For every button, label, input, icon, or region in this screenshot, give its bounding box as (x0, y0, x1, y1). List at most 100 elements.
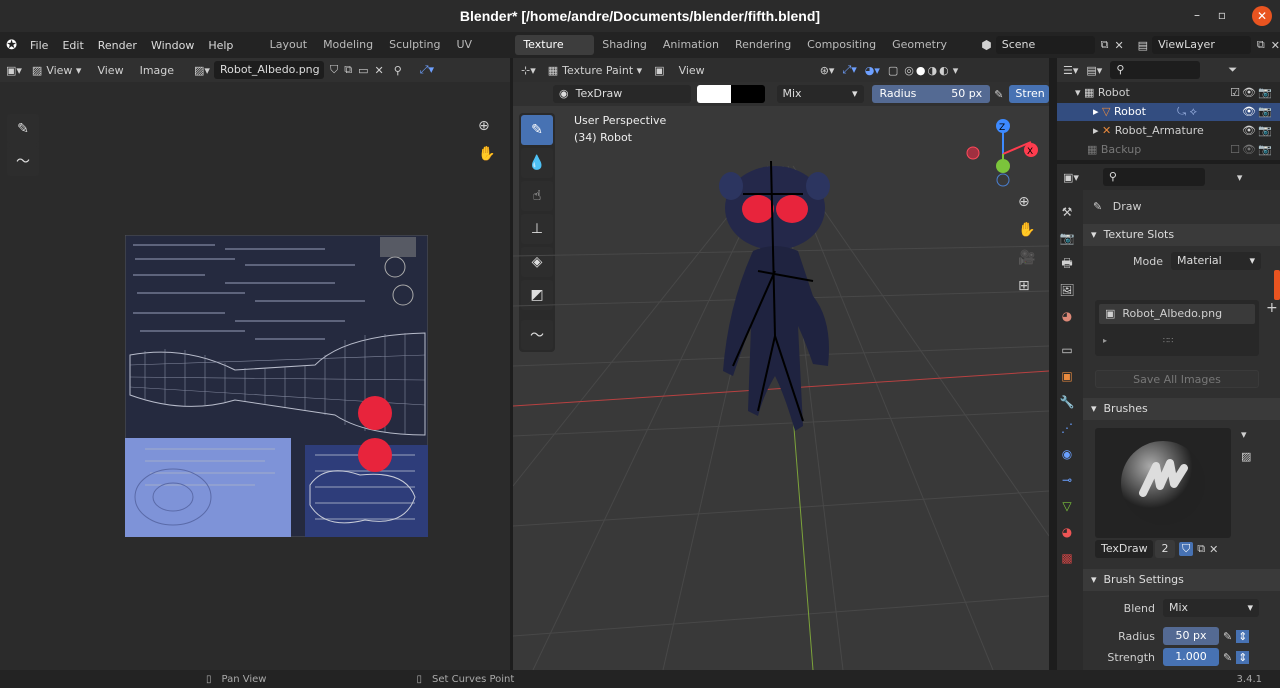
view-layer-selector[interactable]: ViewLayer (1152, 36, 1251, 54)
mode-selector[interactable]: Texture Paint (562, 64, 633, 77)
strength-value-field[interactable]: 1.000 (1163, 648, 1219, 666)
scene-selector[interactable]: Scene (995, 36, 1095, 54)
tab-sculpting[interactable]: Sculpting (381, 35, 448, 55)
3d-viewport[interactable]: ⊹▾ ▦ Texture Paint ▾ ▣ View ⊛▾ ⤢▾ ◕▾ ▢ ◎… (513, 58, 1049, 670)
fake-user-icon[interactable]: ⛉ (330, 63, 338, 77)
brush-name-field[interactable]: TexDraw (1095, 540, 1153, 558)
object-type-visibility-icon[interactable]: ⊛▾ (820, 64, 835, 77)
properties-scrollbar[interactable] (1274, 270, 1280, 300)
rendered-shading-icon[interactable]: ◐ (939, 64, 949, 77)
tab-uv-editing[interactable]: UV Editing (448, 35, 515, 71)
tab-texture-paint[interactable]: Texture Paint (515, 35, 595, 71)
menu-edit[interactable]: Edit (55, 39, 90, 52)
output-tab-icon[interactable]: 🖶 (1057, 254, 1077, 274)
image-browse-icon[interactable]: ▨▾ (194, 64, 210, 77)
add-slot-icon[interactable]: + (1266, 300, 1278, 316)
properties-editor-icon[interactable]: ▣▾ (1063, 171, 1079, 184)
brushes-panel-header[interactable]: ▾ Brushes (1083, 398, 1280, 420)
shading-dropdown-icon[interactable]: ▾ (953, 64, 959, 77)
texture-slot-list[interactable]: ▣ Robot_Albedo.png ▸ ∷∷ (1095, 300, 1259, 356)
properties-search-input[interactable]: ⚲ (1102, 168, 1205, 186)
uv-sync-icon[interactable]: ⤢▾ (420, 63, 434, 77)
tab-modeling[interactable]: Modeling (315, 35, 381, 55)
unlink-image-icon[interactable]: ✕ (374, 64, 383, 77)
curve-stroke-tool-icon[interactable]: 〜 (7, 146, 39, 176)
outliner-editor-icon[interactable]: ☰▾ (1063, 64, 1078, 77)
blender-logo-icon[interactable]: ✪ (0, 38, 23, 53)
zoom-icon[interactable]: ⊕ (478, 118, 490, 134)
particles-tab-icon[interactable]: ⋰ (1057, 418, 1077, 438)
unlink-brush-icon[interactable]: ✕ (1209, 543, 1218, 556)
mode-dropdown[interactable]: Material ▾ (1170, 252, 1261, 270)
texture-slot-icon[interactable]: ▣ (654, 64, 664, 77)
radius-field[interactable]: Radius 50 px (871, 85, 991, 103)
blend-mode-dropdown[interactable]: Mix ▾ (776, 85, 864, 103)
viewport-view-menu[interactable]: View (679, 64, 705, 77)
image-name-field[interactable]: Robot_Albedo.png (213, 61, 324, 79)
new-view-layer-icon[interactable]: ⧉ (1257, 38, 1265, 52)
save-all-images-button[interactable]: Save All Images (1095, 370, 1259, 388)
texture-tab-icon[interactable]: ▩ (1057, 548, 1077, 568)
physics-tab-icon[interactable]: ◉ (1057, 444, 1077, 464)
viewport-scene[interactable] (513, 106, 1049, 670)
tab-layout[interactable]: Layout (262, 35, 315, 55)
close-button[interactable]: ✕ (1252, 6, 1272, 26)
properties-editor[interactable]: ▣▾ ⚲ ▾ ⚒ 📷 🖶 🖼 ◕ ▭ ▣ 🔧 ⋰ ◉ ⊸ ▽ ◕ ▩ ✎ Dra… (1057, 164, 1280, 670)
remove-view-layer-icon[interactable]: ✕ (1271, 39, 1280, 52)
pan-hand-icon[interactable]: ✋ (478, 146, 495, 162)
xray-icon[interactable]: ▢ (888, 64, 898, 77)
new-image-icon[interactable]: ⧉ (344, 63, 352, 77)
radius-value-field[interactable]: 50 px (1163, 627, 1219, 645)
ortho-toggle-icon[interactable]: ⊞ (1018, 278, 1030, 294)
remove-scene-icon[interactable]: ✕ (1114, 39, 1123, 52)
tab-shading[interactable]: Shading (594, 35, 655, 55)
tool-tab-icon[interactable]: ⚒ (1057, 202, 1077, 222)
tab-geometry-nodes[interactable]: Geometry Node (884, 35, 977, 71)
pin-icon[interactable]: ⚲ (394, 64, 402, 77)
scene-tab-icon[interactable]: ◕ (1057, 306, 1077, 326)
radius-pressure-icon[interactable]: ✎ (994, 88, 1003, 101)
brush-menu-icon[interactable]: ▾ (1241, 428, 1247, 441)
outliner[interactable]: ☰▾ ▤▾ ⚲ ⏷ ▾ ▦ Robot ☑ 👁 📷 ▸ ▽ Robot ⤿ ⟡ 👁 📷 … (1057, 58, 1280, 160)
tab-animation[interactable]: Animation (655, 35, 727, 55)
uv-texture-canvas[interactable] (125, 235, 428, 537)
menu-help[interactable]: Help (201, 39, 240, 52)
view-layer-tab-icon[interactable]: 🖼 (1057, 280, 1077, 300)
tab-rendering[interactable]: Rendering (727, 35, 799, 55)
strength-pressure-toggle-icon[interactable]: ✎ (1223, 651, 1232, 664)
texture-slot-item[interactable]: ▣ Robot_Albedo.png (1099, 304, 1255, 324)
outliner-row-collection[interactable]: ▾ ▦ Robot ☑ 👁 📷 (1057, 84, 1280, 102)
camera-view-icon[interactable]: 🎥 (1018, 250, 1035, 266)
brush-users-count[interactable]: 2 (1155, 540, 1175, 558)
strength-field[interactable]: Stren (1009, 85, 1049, 103)
image-editor[interactable]: ▣▾ ▨ View ▾ View Image ▨▾ Robot_Albedo.p… (0, 58, 510, 670)
brush-settings-panel-header[interactable]: ▾ Brush Settings (1083, 569, 1280, 591)
world-tab-icon[interactable]: ▭ (1057, 340, 1077, 360)
outliner-row-armature[interactable]: ▸ ✕ Robot_Armature 👁 📷 (1057, 122, 1280, 140)
outliner-row-backup[interactable]: ▦ Backup ☐ 👁 📷 (1057, 141, 1280, 159)
material-shading-icon[interactable]: ◑ (928, 64, 938, 77)
view-mode-icon[interactable]: ▨ (32, 64, 42, 77)
solid-shading-icon[interactable]: ● (916, 64, 926, 77)
primary-color-swatch[interactable] (697, 85, 731, 103)
render-tab-icon[interactable]: 📷 (1057, 228, 1077, 248)
menu-window[interactable]: Window (144, 39, 201, 52)
radius-unit-icon[interactable]: ⇕ (1236, 629, 1250, 643)
brush-preview[interactable] (1095, 428, 1231, 538)
outliner-row-robot[interactable]: ▸ ▽ Robot ⤿ ⟡ 👁 📷 (1057, 103, 1280, 121)
outliner-search-input[interactable]: ⚲ (1110, 61, 1201, 79)
brush-fake-user-icon[interactable]: ⛉ (1179, 542, 1194, 556)
wireframe-shading-icon[interactable]: ◎ (904, 64, 914, 77)
editor-type-icon[interactable]: ▣▾ (6, 64, 22, 77)
radius-pressure-toggle-icon[interactable]: ✎ (1223, 630, 1232, 643)
image-menu[interactable]: Image (140, 64, 174, 77)
sample-tool-icon[interactable]: ✎ (7, 114, 39, 144)
blend-dropdown[interactable]: Mix ▾ (1163, 599, 1259, 617)
minimize-button[interactable]: – (1194, 8, 1200, 22)
overlay-icon[interactable]: ◕▾ (865, 64, 880, 77)
data-tab-icon[interactable]: ▽ (1057, 496, 1077, 516)
object-tab-icon[interactable]: ▣ (1057, 366, 1077, 386)
menu-file[interactable]: File (23, 39, 55, 52)
brush-image-icon[interactable]: ▨ (1241, 450, 1251, 463)
display-mode-icon[interactable]: ▤▾ (1086, 64, 1102, 77)
